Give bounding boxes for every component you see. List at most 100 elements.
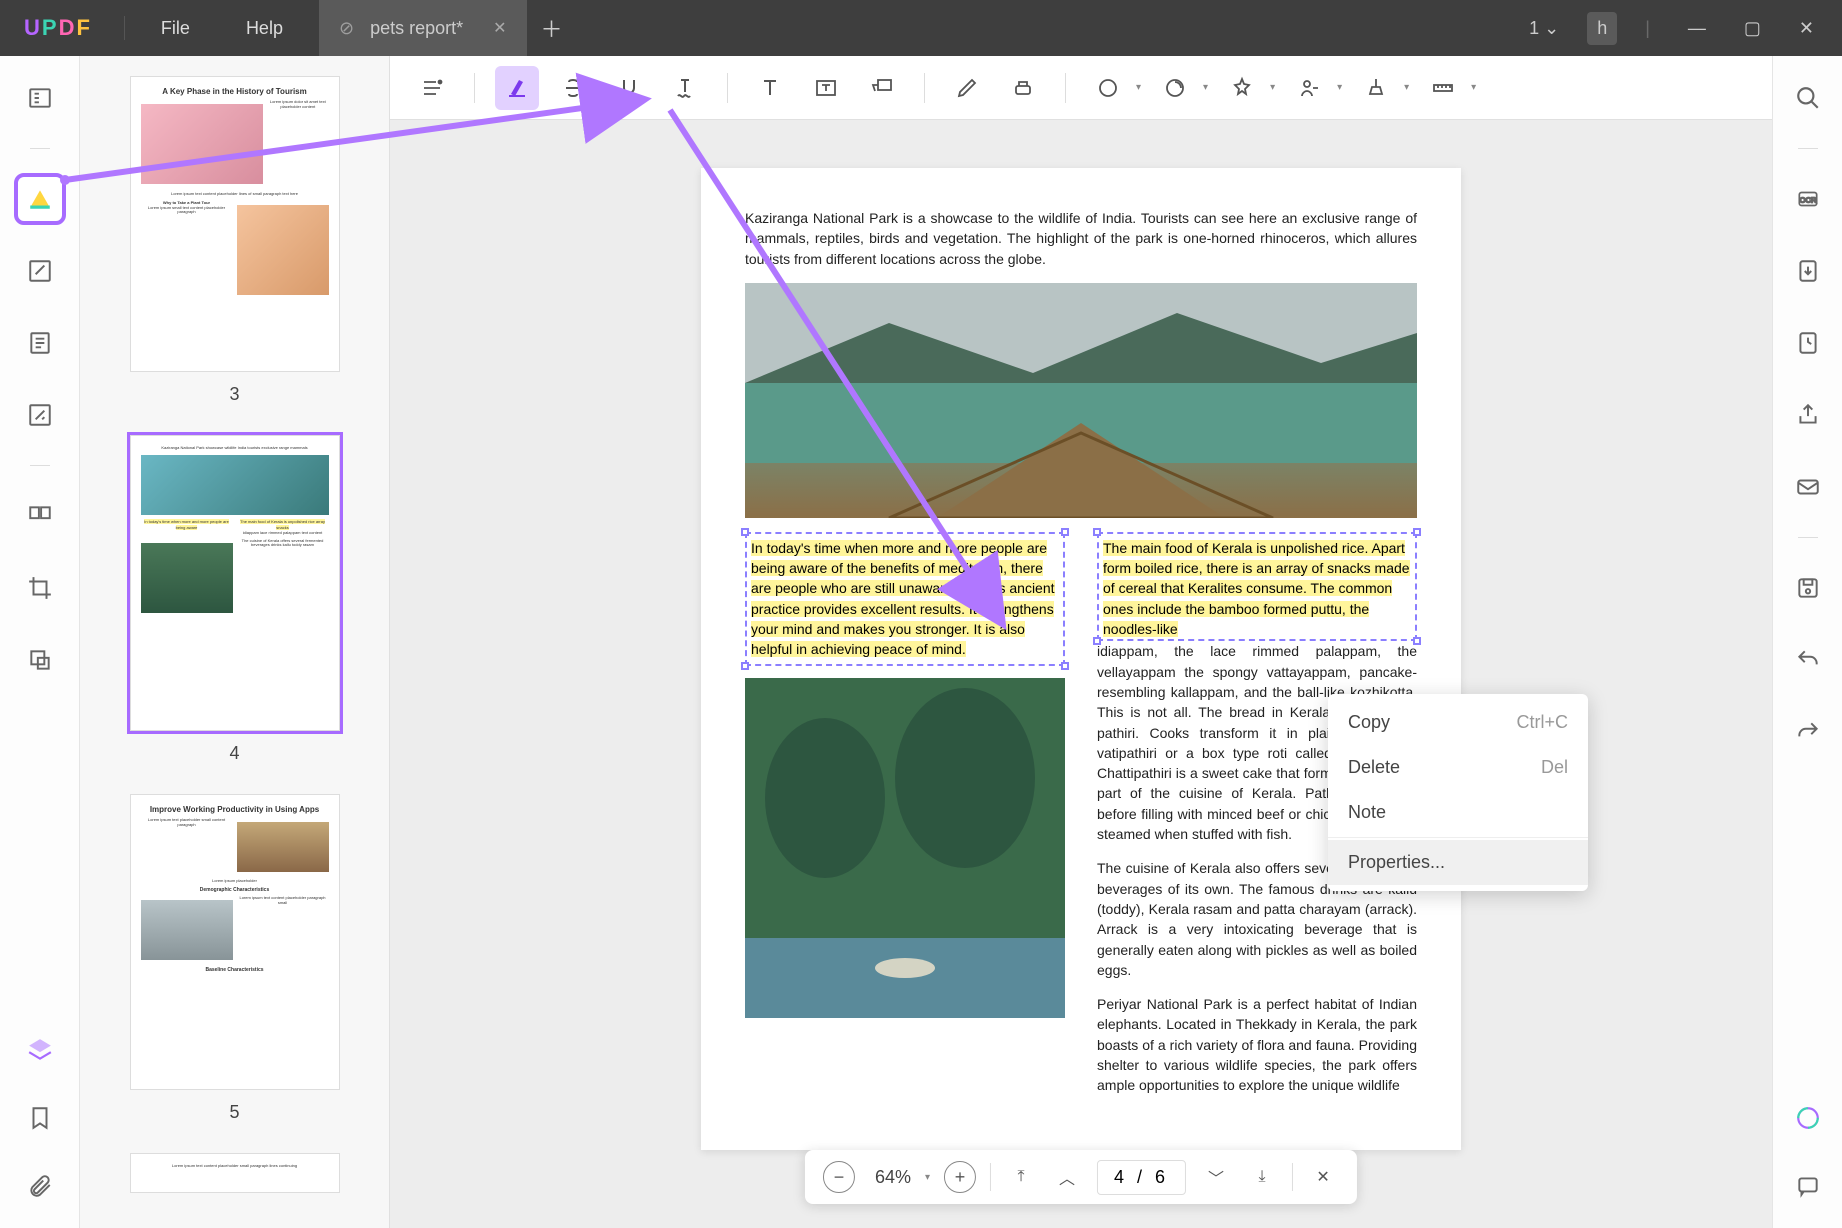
bookmark-button[interactable] — [18, 1096, 62, 1140]
next-page-button[interactable]: ﹀ — [1200, 1161, 1232, 1193]
close-window-button[interactable]: ✕ — [1789, 12, 1824, 45]
zoom-in-button[interactable]: + — [944, 1161, 976, 1193]
separator — [30, 148, 50, 149]
form-tool-button[interactable] — [18, 393, 62, 437]
comment-tool-button[interactable] — [18, 177, 62, 221]
underline-button[interactable] — [607, 66, 651, 110]
page-tool-button[interactable] — [18, 321, 62, 365]
ocr-button[interactable]: OCR — [1786, 177, 1830, 221]
chevron-down-icon[interactable]: ▾ — [1203, 82, 1208, 93]
email-button[interactable] — [1786, 465, 1830, 509]
convert-button[interactable] — [1786, 249, 1830, 293]
reader-mode-button[interactable] — [18, 76, 62, 120]
separator — [1065, 73, 1066, 103]
first-page-button[interactable]: ⤒ — [1005, 1161, 1037, 1193]
window-count[interactable]: 1 ⌄ — [1519, 12, 1569, 45]
zoom-out-button[interactable]: − — [823, 1161, 855, 1193]
app-logo: UPDF — [0, 15, 116, 41]
share-button[interactable] — [1786, 393, 1830, 437]
thumbnail-3[interactable]: A Key Phase in the History of Tourism Lo… — [110, 76, 359, 405]
signature-button[interactable] — [1287, 66, 1331, 110]
edit-tool-button[interactable] — [18, 249, 62, 293]
comment-list-button[interactable] — [410, 66, 454, 110]
selection-handle[interactable] — [1061, 662, 1069, 670]
selection-handle[interactable] — [1093, 637, 1101, 645]
stamp-tool-button[interactable] — [1354, 66, 1398, 110]
crop-button[interactable] — [18, 566, 62, 610]
textbox-button[interactable] — [804, 66, 848, 110]
prev-page-button[interactable]: ︿ — [1051, 1161, 1083, 1193]
context-delete[interactable]: DeleteDel — [1328, 745, 1588, 790]
pencil-button[interactable] — [945, 66, 989, 110]
separator — [727, 73, 728, 103]
compress-button[interactable] — [1786, 321, 1830, 365]
minimize-button[interactable]: — — [1678, 12, 1716, 45]
shape-button[interactable] — [1086, 66, 1130, 110]
ai-button[interactable] — [1786, 1096, 1830, 1140]
thumb-number: 5 — [110, 1102, 359, 1123]
tab-document[interactable]: ⊘ pets report* ✕ — [319, 0, 527, 56]
chevron-down-icon[interactable]: ▾ — [1471, 82, 1476, 93]
thumbnail-4[interactable]: Kaziranga National Park showcase wildlif… — [110, 435, 359, 764]
measure-button[interactable] — [1421, 66, 1465, 110]
watermark-button[interactable] — [18, 638, 62, 682]
selection-handle[interactable] — [1413, 528, 1421, 536]
selection-handle[interactable] — [1413, 637, 1421, 645]
separator — [924, 73, 925, 103]
selection-handle[interactable] — [741, 528, 749, 536]
last-page-button[interactable]: ⤓ — [1246, 1161, 1278, 1193]
page-view: Kaziranga National Park is a showcase to… — [701, 168, 1461, 1150]
close-bar-button[interactable]: ✕ — [1307, 1161, 1339, 1193]
callout-button[interactable] — [860, 66, 904, 110]
selection-handle[interactable] — [741, 662, 749, 670]
separator — [474, 73, 475, 103]
separator — [1798, 148, 1818, 149]
highlighted-selection-right[interactable]: The main food of Kerala is unpolished ri… — [1097, 532, 1417, 641]
zoom-dropdown[interactable]: ▾ — [925, 1172, 930, 1183]
separator — [990, 1163, 991, 1191]
tabs: ⊘ pets report* ✕ ＋ — [319, 0, 577, 56]
layers-button[interactable] — [18, 1028, 62, 1072]
highlight-button[interactable] — [495, 66, 539, 110]
chevron-down-icon[interactable]: ▾ — [1136, 82, 1141, 93]
squiggly-button[interactable] — [663, 66, 707, 110]
separator — [1798, 537, 1818, 538]
user-avatar[interactable]: h — [1587, 12, 1617, 45]
feedback-button[interactable] — [1786, 1164, 1830, 1208]
maximize-button[interactable]: ▢ — [1734, 12, 1771, 45]
selection-handle[interactable] — [1061, 528, 1069, 536]
save-button[interactable] — [1786, 566, 1830, 610]
context-properties[interactable]: Properties... — [1328, 840, 1588, 885]
redo-button[interactable] — [1786, 710, 1830, 754]
window-controls: 1 ⌄ h | — ▢ ✕ — [1519, 12, 1842, 45]
text-button[interactable] — [748, 66, 792, 110]
chevron-down-icon[interactable]: ▾ — [1337, 82, 1342, 93]
page-image-tropical — [745, 678, 1065, 1018]
organize-button[interactable] — [18, 494, 62, 538]
menu-help[interactable]: Help — [218, 18, 311, 39]
left-column: In today's time when more and more peopl… — [745, 532, 1065, 1110]
chevron-down-icon[interactable]: ▾ — [1404, 82, 1409, 93]
divider: | — [1635, 12, 1660, 45]
columns: In today's time when more and more peopl… — [745, 532, 1417, 1110]
thumbnail-6[interactable]: Lorem ipsum text content placeholder sma… — [110, 1153, 359, 1193]
eraser-button[interactable] — [1001, 66, 1045, 110]
highlighted-selection-left[interactable]: In today's time when more and more peopl… — [745, 532, 1065, 666]
context-note[interactable]: Note — [1328, 790, 1588, 835]
undo-button[interactable] — [1786, 638, 1830, 682]
search-button[interactable] — [1786, 76, 1830, 120]
page-indicator[interactable]: 4 / 6 — [1097, 1160, 1186, 1195]
sticky-note-button[interactable] — [1220, 66, 1264, 110]
thumbnail-5[interactable]: Improve Working Productivity in Using Ap… — [110, 794, 359, 1123]
selection-handle[interactable] — [1093, 528, 1101, 536]
highlighted-text: In today's time when more and more peopl… — [751, 540, 1055, 657]
strikethrough-button[interactable] — [551, 66, 595, 110]
attachment-button[interactable] — [18, 1164, 62, 1208]
menu-file[interactable]: File — [133, 18, 218, 39]
tab-close-icon[interactable]: ✕ — [493, 18, 506, 38]
context-copy[interactable]: CopyCtrl+C — [1328, 700, 1588, 745]
stamp-button[interactable] — [1153, 66, 1197, 110]
bottom-toolbar: − 64% ▾ + ⤒ ︿ 4 / 6 ﹀ ⤓ ✕ — [805, 1150, 1357, 1204]
chevron-down-icon[interactable]: ▾ — [1270, 82, 1275, 93]
new-tab-button[interactable]: ＋ — [527, 12, 577, 44]
